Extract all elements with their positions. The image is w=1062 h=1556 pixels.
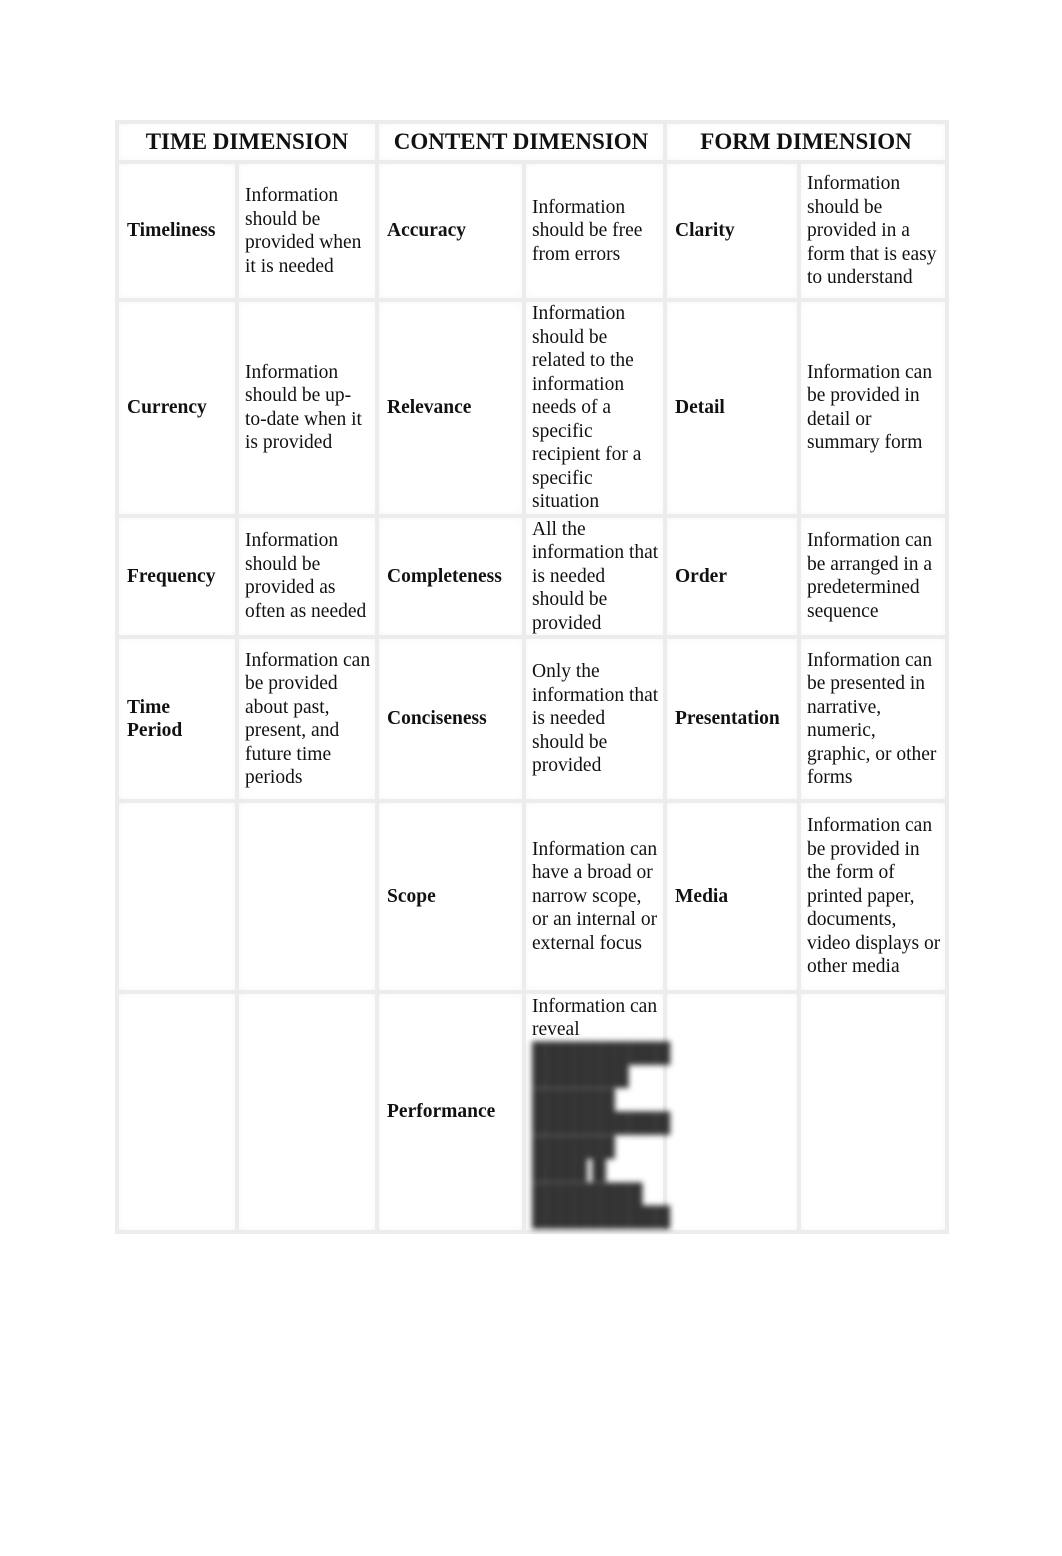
time-term-empty <box>115 990 239 1234</box>
form-term: Order <box>663 513 802 639</box>
content-term: Completeness <box>375 513 526 639</box>
header-time-dimension: TIME DIMENSION <box>115 120 379 164</box>
form-description: Information can be provided in the form … <box>797 799 950 994</box>
time-description: Information should be provided as often … <box>235 513 379 639</box>
content-term: Accuracy <box>375 160 526 302</box>
blurred-text-placeholder: ██████████ ███████ ██████ ██████████ ███… <box>532 1042 671 1229</box>
form-term: Media <box>663 799 802 994</box>
form-description-empty <box>797 990 950 1234</box>
table-row: Timeliness Information should be provide… <box>115 160 950 302</box>
form-description: Information can be presented in narrativ… <box>797 635 950 803</box>
content-description: Information should be free from errors <box>521 160 668 302</box>
time-description-empty <box>235 990 379 1234</box>
content-term: Performance <box>375 990 526 1234</box>
content-description: Information should be related to the inf… <box>521 298 668 518</box>
visible-description-text: Information can reveal <box>532 995 658 1041</box>
form-term: Presentation <box>663 635 802 803</box>
header-row: TIME DIMENSION CONTENT DIMENSION FORM DI… <box>115 120 950 164</box>
form-term-empty <box>663 990 802 1234</box>
time-description: Information can be provided about past, … <box>235 635 379 803</box>
table-row: Currency Information should be up-to-dat… <box>115 298 950 518</box>
table-row: Frequency Information should be provided… <box>115 513 950 639</box>
time-description: Information should be up-to-date when it… <box>235 298 379 518</box>
form-term: Clarity <box>663 160 802 302</box>
table-row: Performance Information can reveal █████… <box>115 990 950 1234</box>
header-content-dimension: CONTENT DIMENSION <box>374 120 668 164</box>
time-term: Time Period <box>115 635 239 803</box>
form-description: Information should be provided in a form… <box>797 160 950 302</box>
time-term-empty <box>115 799 239 994</box>
form-term: Detail <box>663 298 802 518</box>
time-description: Information should be provided when it i… <box>235 160 379 302</box>
content-term: Conciseness <box>375 635 526 803</box>
time-term: Currency <box>115 298 239 518</box>
time-term: Frequency <box>115 513 239 639</box>
content-term: Scope <box>375 799 526 994</box>
content-description: All the information that is needed shoul… <box>521 513 668 639</box>
table-row: Scope Information can have a broad or na… <box>115 799 950 994</box>
information-quality-table: TIME DIMENSION CONTENT DIMENSION FORM DI… <box>115 120 950 1234</box>
table-row: Time Period Information can be provided … <box>115 635 950 803</box>
form-description: Information can be provided in detail or… <box>797 298 950 518</box>
form-description: Information can be arranged in a predete… <box>797 513 950 639</box>
content-term: Relevance <box>375 298 526 518</box>
content-description: Information can have a broad or narrow s… <box>521 799 668 994</box>
dimensions-table: TIME DIMENSION CONTENT DIMENSION FORM DI… <box>115 120 950 1234</box>
content-description-partial: Information can reveal ██████████ ██████… <box>521 990 670 1234</box>
time-description-empty <box>235 799 379 994</box>
time-term: Timeliness <box>115 160 239 302</box>
content-description: Only the information that is needed shou… <box>521 635 668 803</box>
header-form-dimension: FORM DIMENSION <box>663 120 950 164</box>
